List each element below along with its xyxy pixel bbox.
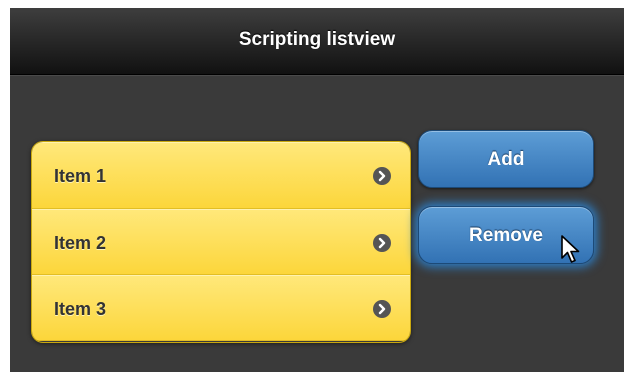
list-item-label: Item 1: [54, 166, 107, 186]
chevron-right-icon: [373, 167, 391, 185]
list-item[interactable]: Item 3: [32, 275, 410, 341]
list-item-label: Item 2: [54, 233, 107, 253]
listview: Item 1 Item 2 Item 3: [31, 141, 411, 343]
app-page: Scripting listview Item 1 Item 2 Item 3 …: [10, 8, 624, 372]
header-bar: Scripting listview: [10, 8, 624, 75]
page-title: Scripting listview: [238, 29, 396, 50]
mouse-pointer-icon: [561, 235, 580, 263]
chevron-right-icon: [373, 234, 391, 252]
list-item-label: Item 3: [54, 299, 107, 319]
list-item[interactable]: Item 2: [32, 209, 410, 275]
chevron-right-icon: [373, 300, 391, 318]
add-button[interactable]: Add: [418, 130, 594, 188]
list-item[interactable]: Item 1: [32, 142, 410, 209]
